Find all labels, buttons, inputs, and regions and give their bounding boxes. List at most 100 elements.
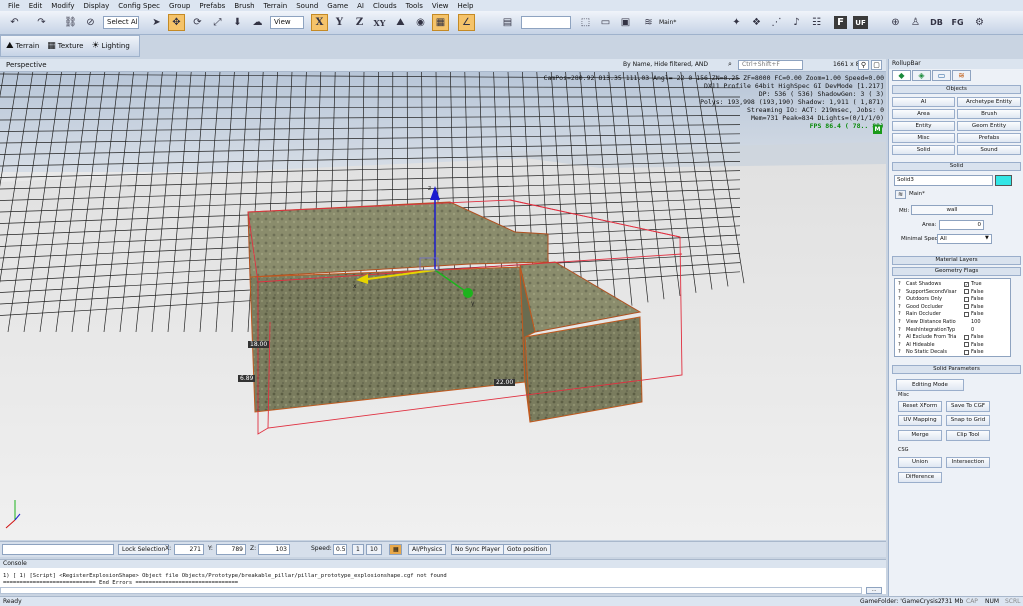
snap-to-grid-button[interactable]: Snap to Grid [946,415,990,426]
material-layers-header[interactable]: Material Layers [892,256,1021,265]
x-position-input[interactable]: 271 [174,544,204,555]
select-arrow-icon[interactable]: ➤ [148,14,165,31]
flag-value[interactable]: False [971,311,984,317]
flag-value[interactable]: 0 [971,327,974,333]
console-more-button[interactable]: ... [866,587,882,594]
menu-group[interactable]: Group [169,2,190,10]
place-icon[interactable]: ⬇ [229,14,246,31]
object-misc-button[interactable]: Misc [892,133,955,143]
ui-editor-button[interactable]: UF [853,16,868,29]
speed-input[interactable]: 0.5 [333,544,347,555]
ai-physics-button[interactable]: AI/Physics [408,544,447,555]
speed-10-button[interactable]: 10 [366,544,382,555]
menu-help[interactable]: Help [458,2,474,10]
flag-value[interactable]: False [971,349,984,355]
z-position-input[interactable]: 103 [258,544,290,555]
flag-checkbox[interactable]: ✓ [964,281,969,287]
editing-mode-button[interactable]: Editing Mode [896,379,964,391]
menu-prefabs[interactable]: Prefabs [199,2,225,10]
constrain-xy-button[interactable]: XY [371,14,388,31]
layers-icon[interactable]: ≋ [640,14,657,31]
merge-button[interactable]: Merge [898,430,942,441]
object-ai-button[interactable]: AI [892,97,955,107]
object-prefabs-button[interactable]: Prefabs [957,133,1021,143]
settings-icon[interactable]: ⚙ [971,14,988,31]
object-name-dropdown[interactable] [521,16,571,29]
flag-checkbox[interactable] [964,349,969,355]
ruler-icon[interactable]: ▤ [499,14,516,31]
reset-xform-button[interactable]: Reset XForm [898,401,942,412]
character-icon[interactable]: ♙ [907,14,924,31]
menu-modify[interactable]: Modify [51,2,74,10]
difference-button[interactable]: Difference [898,472,942,483]
flag-value[interactable]: True [971,281,982,287]
sound-icon[interactable]: ♪ [788,14,805,31]
constrain-z-button[interactable]: Z [351,14,368,31]
modify-tab-icon[interactable]: ◈ [912,70,931,81]
redo-icon[interactable]: ↷ [33,14,50,31]
speed-1-button[interactable]: 1 [352,544,364,555]
track-view-icon[interactable]: ▭ [597,14,614,31]
snap-objects-icon[interactable]: ◉ [412,14,429,31]
area-input[interactable]: 0 [939,220,984,230]
geometry-flags-header[interactable]: Geometry Flags [892,267,1021,276]
flow-graph-icon[interactable]: ⋰ [768,14,785,31]
union-button[interactable]: Union [898,457,942,468]
uv-mapping-button[interactable]: UV Mapping [898,415,942,426]
object-sound-button[interactable]: Sound [957,145,1021,155]
object-layer-label[interactable]: Main* [909,191,925,197]
clip-tool-button[interactable]: Clip Tool [946,430,990,441]
camera-icon[interactable]: ☷ [808,14,825,31]
menu-game[interactable]: Game [327,2,348,10]
flag-checkbox[interactable] [964,311,969,317]
db-button[interactable]: DB [928,14,945,31]
solid-parameters-header[interactable]: Solid Parameters [892,365,1021,374]
lock-selection-button[interactable]: Lock Selection [118,544,170,555]
minimal-spec-dropdown[interactable]: All [937,234,992,244]
viewport-title[interactable]: Perspective [6,61,47,69]
object-area-button[interactable]: Area [892,109,955,119]
select-all-dropdown[interactable]: Select All [103,16,139,29]
flag-checkbox[interactable] [964,296,969,302]
move-icon[interactable]: ✥ [168,14,185,31]
flag-value[interactable]: False [971,296,984,302]
object-color-swatch[interactable] [995,175,1012,186]
layer-icon[interactable]: ≋ [895,190,906,199]
flag-checkbox[interactable] [964,334,969,340]
menu-file[interactable]: File [8,2,20,10]
menu-config-spec[interactable]: Config Spec [118,2,160,10]
current-layer-label[interactable]: Main* [659,19,676,26]
physics-icon[interactable]: ✦ [728,14,745,31]
flag-value[interactable]: False [971,304,984,310]
solid-section-header[interactable]: Solid [892,162,1021,171]
console-input[interactable] [0,587,862,594]
menu-brush[interactable]: Brush [234,2,254,10]
follow-terrain-icon[interactable]: ⛰ [392,14,409,31]
perspective-viewport[interactable]: x y z 18.00 6.89 22.00 CamPos=280.92 813… [0,72,886,540]
geometry-flags-grid[interactable]: ? Cast Shadows ✓ True? SupportSecondVisar Fal… [894,278,1011,357]
scene-render[interactable]: x y z [0,72,886,540]
undo-icon[interactable]: ↶ [6,14,23,31]
ai-physics-icon[interactable]: ▦ [389,544,402,555]
flag-checkbox[interactable] [964,304,969,310]
maximize-icon[interactable]: ▢ [871,60,882,70]
search-input[interactable]: Ctrl+Shift+F [738,60,803,70]
objects-tab-icon[interactable]: ◆ [892,70,911,81]
menu-tools[interactable]: Tools [406,2,423,10]
help-lifebuoy-icon[interactable]: ⊕ [887,14,904,31]
unlink-icon[interactable]: ⊘ [82,14,99,31]
menu-view[interactable]: View [432,2,449,10]
coordinate-system-dropdown[interactable]: View [270,16,304,29]
lighting-button[interactable]: Lighting [101,42,129,50]
intersection-button[interactable]: Intersection [946,457,990,468]
layers-tab-icon[interactable]: ≋ [952,70,971,81]
flag-checkbox[interactable] [964,342,969,348]
scale-icon[interactable]: ⤢ [209,14,226,31]
save-to-cgf-button[interactable]: Save To CGF [946,401,990,412]
terrain-button[interactable]: Terrain [16,42,40,50]
database-icon[interactable]: ▣ [617,14,634,31]
display-tab-icon[interactable]: ▭ [932,70,951,81]
object-solid-button[interactable]: Solid [892,145,955,155]
object-brush-button[interactable]: Brush [957,109,1021,119]
flag-value[interactable]: False [971,342,984,348]
